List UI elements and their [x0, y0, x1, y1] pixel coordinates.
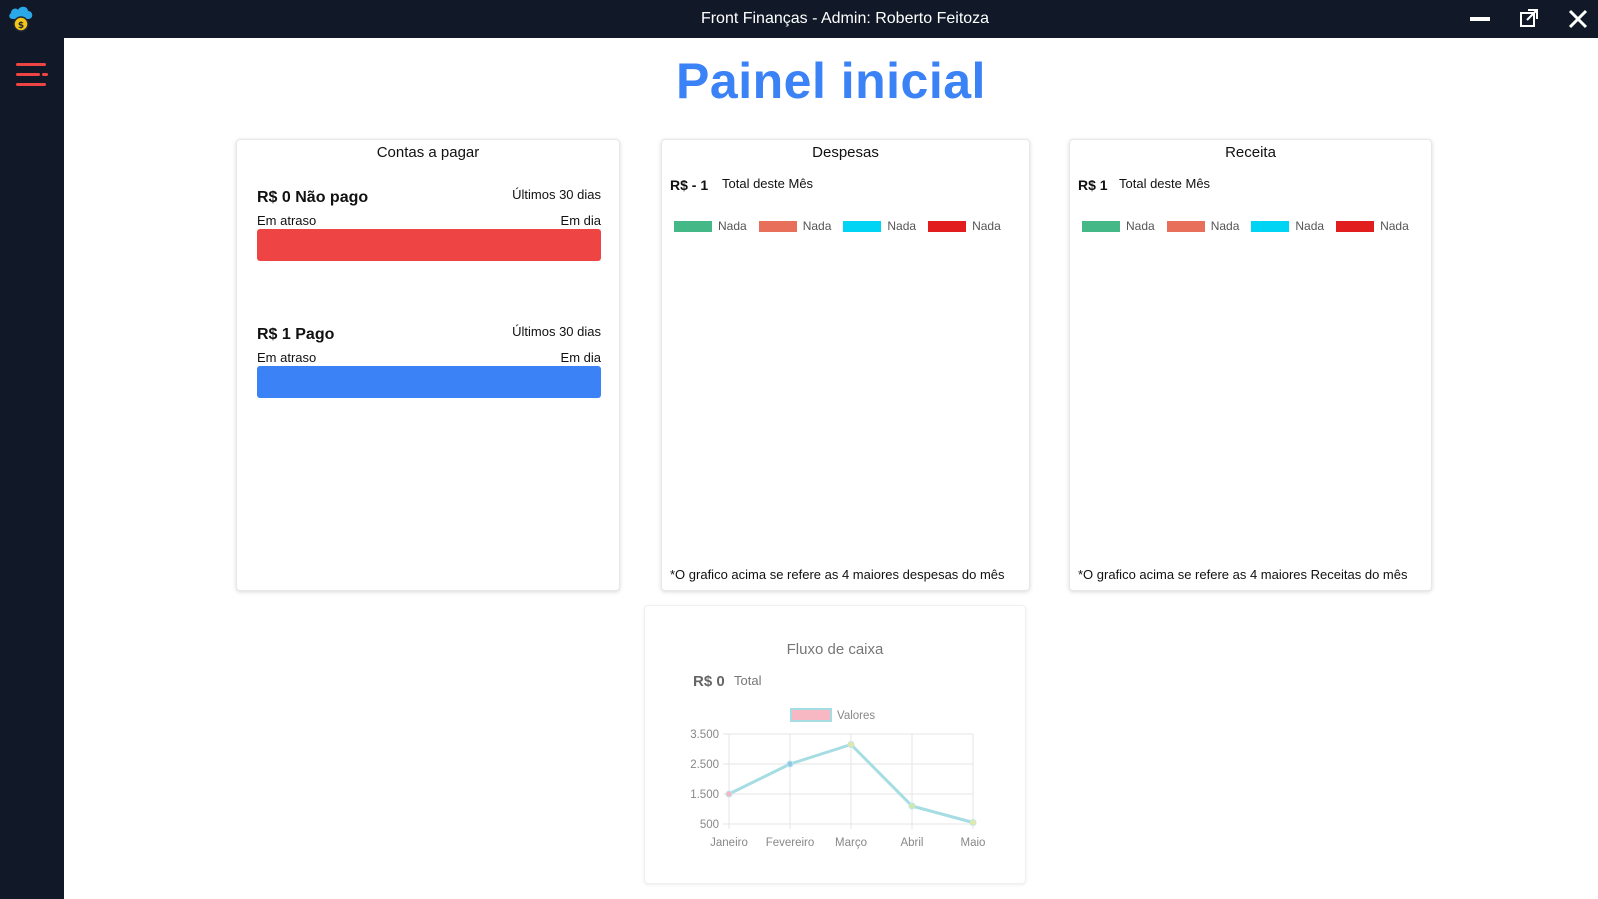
legend-label: Nada [718, 219, 747, 233]
x-tick-label: Abril [900, 837, 923, 849]
data-point [969, 819, 977, 826]
despesas-label: Total deste Mês [722, 176, 814, 191]
legend-item[interactable]: Nada [1166, 219, 1240, 233]
receita-legend: Nada Nada Nada Nada [1082, 219, 1421, 233]
y-tick-label: 500 [700, 819, 719, 831]
x-tick-label: Janeiro [710, 837, 748, 849]
legend-swatch [674, 220, 712, 232]
minimize-icon [1470, 17, 1490, 21]
fluxo-card: Fluxo de caixa R$ 0 Total 3.500 2.500 1.50… [644, 605, 1026, 884]
despesas-card: Despesas R$ - 1 Total deste Mês Nada Nada… [661, 139, 1030, 591]
external-window-icon [1520, 9, 1538, 27]
legend-swatch [758, 220, 797, 232]
x-tick-label: Fevereiro [766, 837, 815, 849]
minimize-button[interactable] [1464, 5, 1494, 33]
legend-label: Nada [802, 219, 832, 233]
conta-em-dia: Em dia [560, 350, 601, 365]
receita-label: Total deste Mês [1119, 176, 1211, 191]
legend-swatch [1336, 220, 1375, 232]
conta-em-atraso: Em atraso [257, 350, 317, 365]
legend-label: Nada [1295, 219, 1325, 233]
conta-em-atraso: Em atraso [257, 213, 317, 228]
y-tick-label: 2.500 [690, 759, 719, 771]
conta-period: Últimos 30 dias [512, 187, 601, 202]
x-tick-label: Março [835, 837, 867, 849]
conta-progress-bar [257, 366, 601, 398]
legend-label: Nada [887, 219, 917, 233]
close-button[interactable] [1563, 5, 1593, 33]
despesas-title: Despesas [812, 144, 879, 161]
hamburger-menu-icon [16, 63, 48, 86]
legend-swatch [1082, 220, 1120, 232]
legend-label: Nada [1126, 219, 1155, 233]
legend-swatch [1251, 220, 1290, 232]
legend-item[interactable]: Nada [1251, 219, 1324, 233]
legend-label: Nada [1380, 219, 1409, 233]
legend-item[interactable]: Nada [758, 219, 832, 233]
legend-label: Nada [1210, 219, 1240, 233]
y-tick-label: 3.500 [690, 729, 719, 741]
despesas-note: *O grafico acima se refere as 4 maiores … [670, 567, 1005, 582]
contas-card: Contas a pagar R$ 0 Não pago Últimos 30 … [236, 139, 620, 591]
close-icon [1568, 9, 1588, 29]
contas-title: Contas a pagar [376, 144, 480, 161]
legend-label: Valores [837, 710, 875, 722]
legend-item[interactable]: Nada [1336, 219, 1409, 233]
data-point [786, 760, 794, 768]
conta-progress-bar [257, 229, 601, 261]
legend-swatch [843, 220, 882, 232]
data-point [908, 802, 916, 810]
receita-card: Receita R$ 1 Total deste Mês Nada Nada Nad… [1069, 139, 1432, 591]
receita-title: Receita [1225, 144, 1276, 161]
legend-swatch [1166, 220, 1205, 232]
popout-button[interactable] [1513, 5, 1543, 33]
data-point [725, 790, 733, 798]
legend-item[interactable]: Nada [1082, 219, 1155, 233]
conta-em-dia: Em dia [560, 213, 601, 228]
data-point [847, 741, 855, 748]
legend-swatch [790, 708, 832, 722]
sidebar [0, 38, 64, 899]
despesas-value: R$ - 1 [670, 177, 709, 193]
legend-item[interactable]: Nada [928, 219, 1001, 233]
conta-amount: R$ 0 Não pago [257, 189, 369, 206]
menu-button[interactable] [14, 60, 50, 92]
legend-item[interactable]: Nada [843, 219, 916, 233]
receita-note: *O grafico acima se refere as 4 maiores … [1078, 567, 1408, 582]
y-tick-label: 1.500 [690, 789, 719, 801]
x-tick-label: Maio [961, 837, 986, 849]
conta-amount: R$ 1 Pago [257, 326, 335, 343]
despesas-legend: Nada Nada Nada Nada [674, 219, 1013, 233]
window-title: Front Finanças - Admin: Roberto Feitoza [700, 10, 990, 27]
conta-period: Últimos 30 dias [512, 324, 601, 339]
title-bar: $ Front Finanças - Admin: Roberto Feitoz… [0, 0, 1598, 38]
page-title: Painel inicial [676, 53, 986, 109]
fluxo-line-chart: 3.500 2.500 1.500 500 Janeiro Fevereiro Março A… [690, 708, 986, 849]
legend-label: Nada [972, 219, 1001, 233]
receita-value: R$ 1 [1078, 177, 1108, 193]
legend-item[interactable]: Nada [674, 219, 747, 233]
legend-swatch [928, 220, 967, 232]
